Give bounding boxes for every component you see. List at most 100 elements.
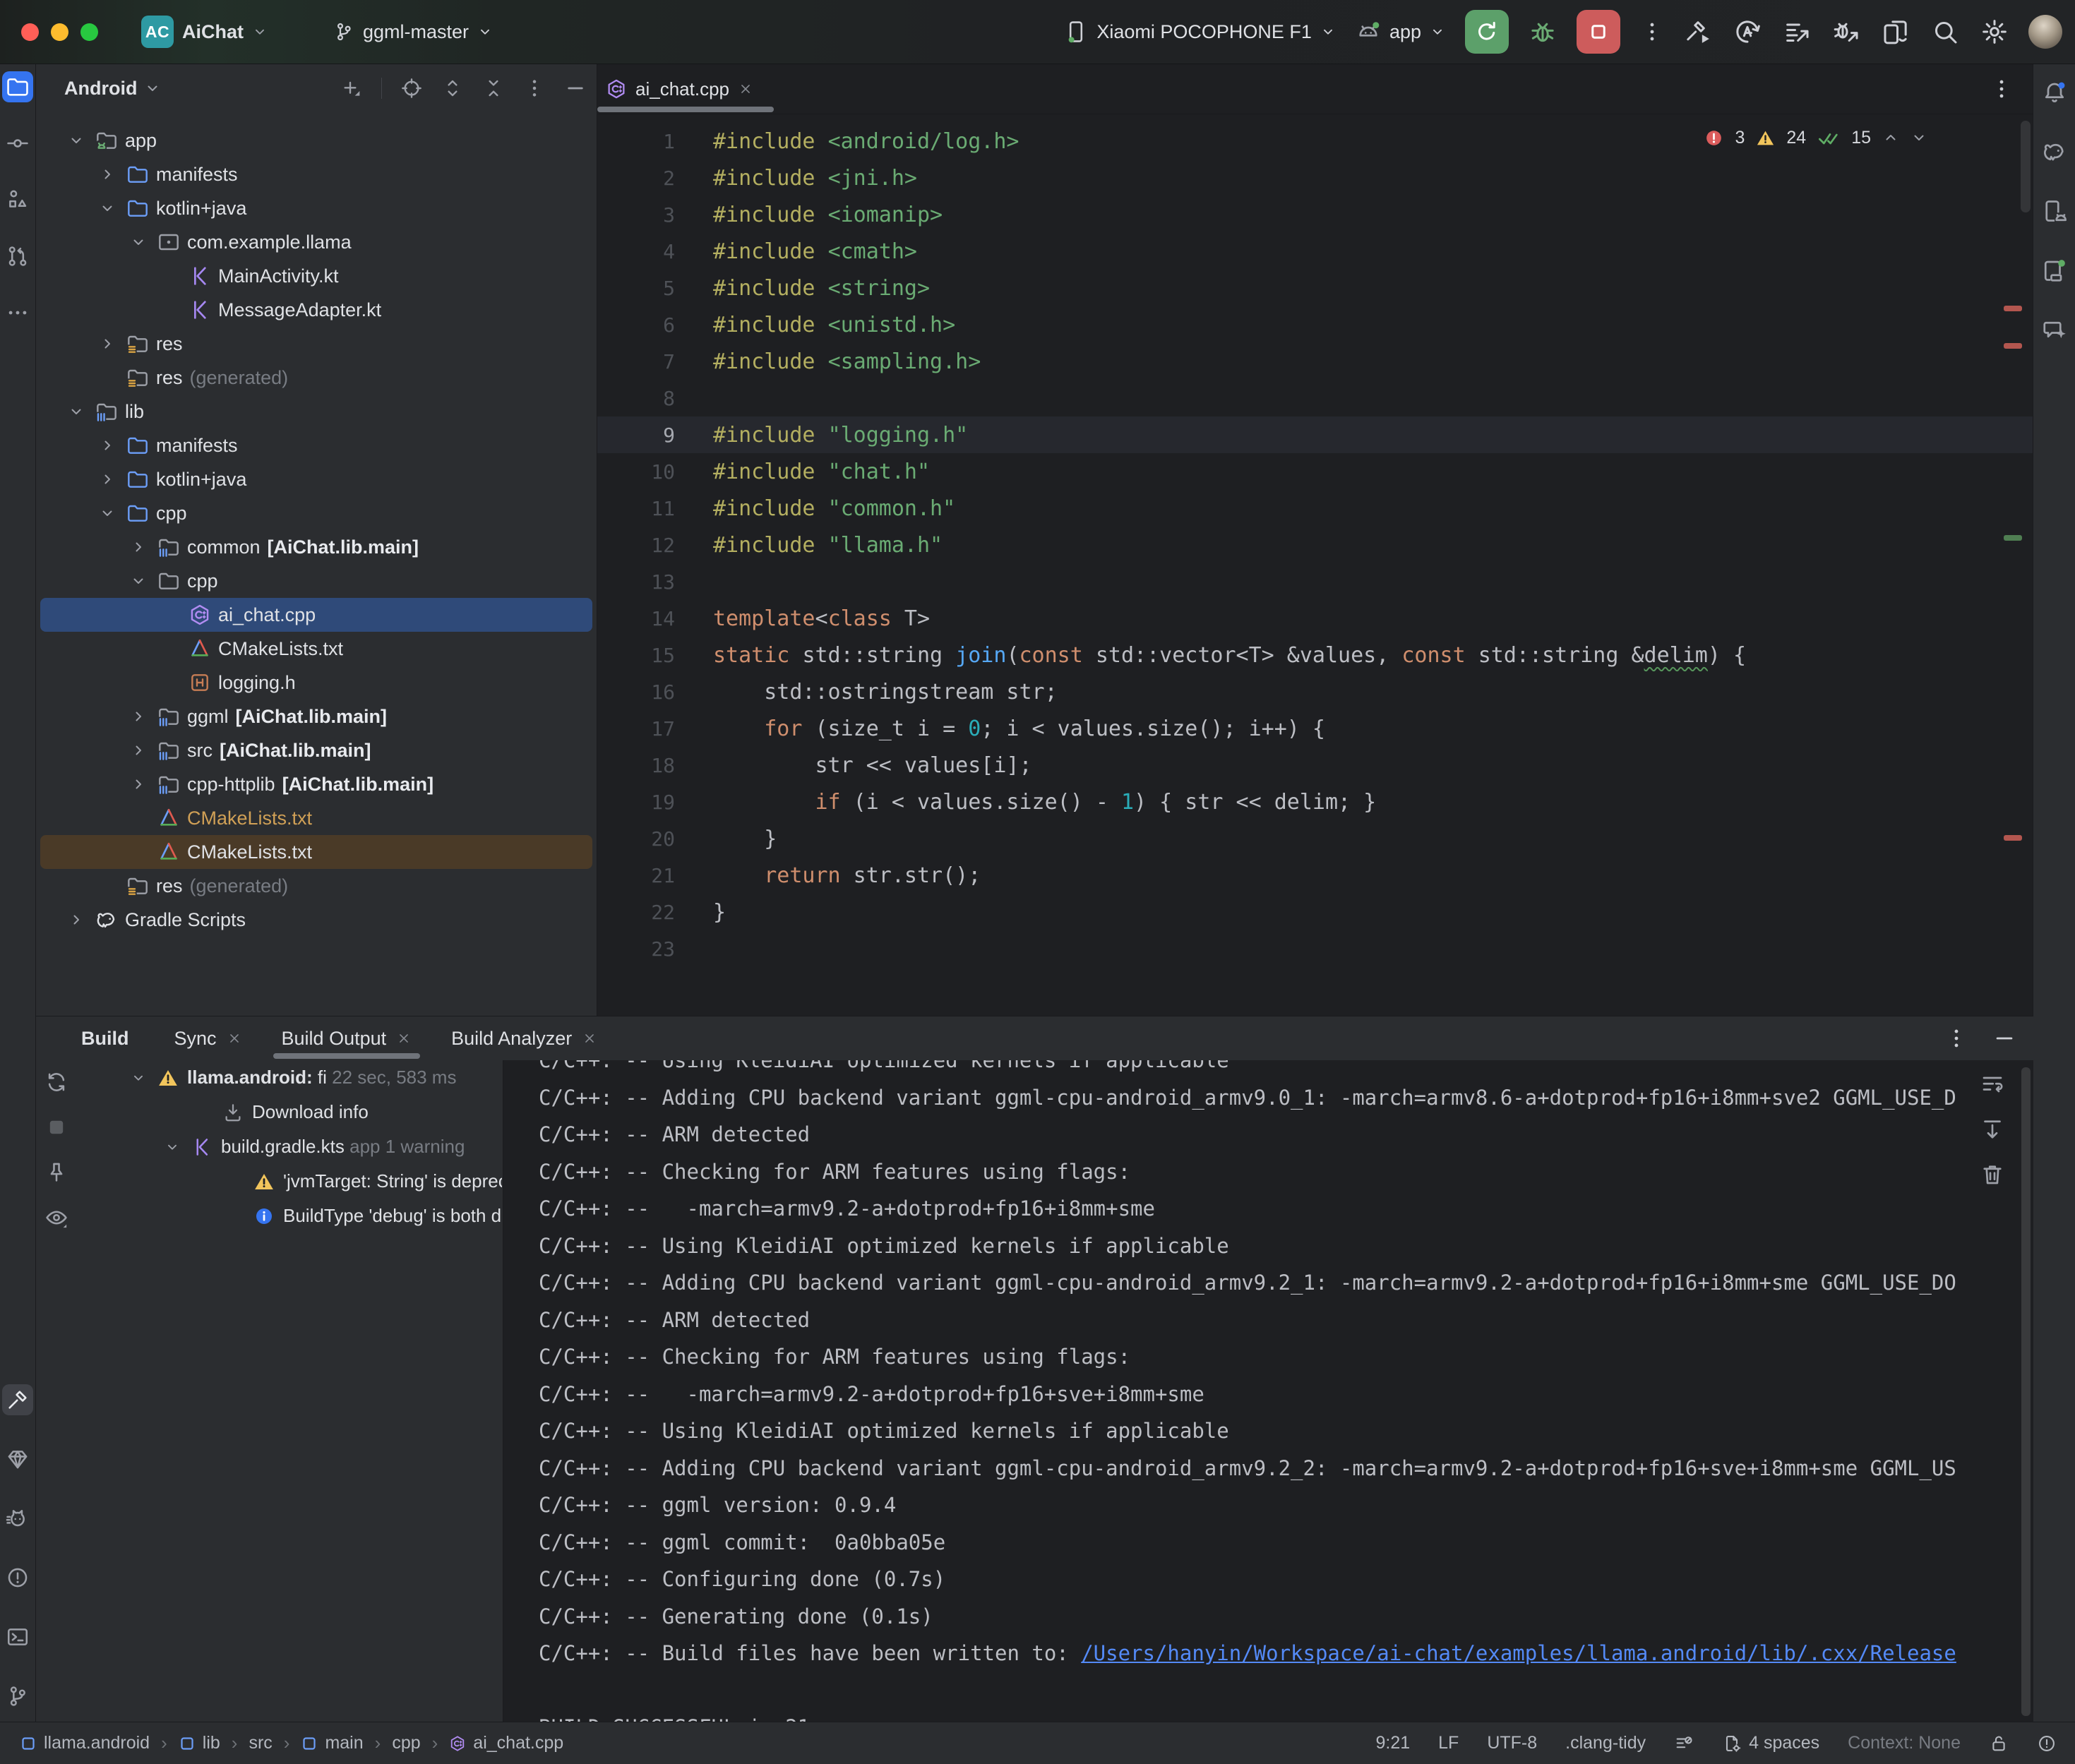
code-line-21[interactable]: 21 return str.str();	[597, 857, 2033, 894]
terminal-tool-button[interactable]	[2, 1621, 33, 1652]
clang-tidy-indicator[interactable]: .clang-tidy	[1565, 1733, 1646, 1753]
debug-button[interactable]	[1529, 18, 1557, 46]
tree-item-src[interactable]: src [AiChat.lib.main]	[40, 733, 592, 767]
more-tool-windows-button[interactable]	[2, 297, 33, 328]
inspections-widget[interactable]: 3 24 15	[1704, 126, 1927, 149]
zoom-window-button[interactable]	[80, 23, 98, 41]
tree-item-cpp-httplib[interactable]: cpp-httplib [AiChat.lib.main]	[40, 767, 592, 801]
tree-item-logging-h[interactable]: logging.h	[40, 666, 592, 700]
build-tab-build-analyzer[interactable]: Build Analyzer	[451, 1016, 597, 1060]
running-devices-button[interactable]	[2039, 255, 2070, 286]
code-line-9[interactable]: 9#include "logging.h"	[597, 416, 2033, 453]
logcat-tool-button[interactable]	[2, 1503, 33, 1534]
code-line-6[interactable]: 6#include <unistd.h>	[597, 306, 2033, 343]
tree-item-manifests[interactable]: manifests	[40, 428, 592, 462]
rerun-button[interactable]	[1465, 10, 1509, 54]
project-tool-button[interactable]	[2, 71, 33, 102]
encoding-indicator[interactable]: UTF-8	[1487, 1733, 1537, 1753]
build-tree-item[interactable]: llama.android: fi 22 sec, 583 ms	[36, 1060, 502, 1095]
previous-problem-button[interactable]	[1882, 129, 1899, 146]
code-area[interactable]: 1#include <android/log.h>2#include <jni.…	[597, 114, 2033, 1016]
breadcrumb-item-main[interactable]: main	[301, 1733, 363, 1753]
caret-position[interactable]: 9:21	[1375, 1733, 1410, 1753]
tree-item-manifests[interactable]: manifests	[40, 157, 592, 191]
minimize-window-button[interactable]	[51, 23, 68, 41]
tree-item-gradle-scripts[interactable]: Gradle Scripts	[40, 903, 592, 937]
code-line-5[interactable]: 5#include <string>	[597, 270, 2033, 306]
code-line-10[interactable]: 10#include "chat.h"	[597, 453, 2033, 490]
highlighting-level-button[interactable]	[1674, 1734, 1694, 1753]
stop-button[interactable]	[1577, 10, 1620, 54]
code-line-15[interactable]: 15static std::string join(const std::vec…	[597, 637, 2033, 673]
notifications-button[interactable]	[2039, 77, 2070, 108]
code-line-3[interactable]: 3#include <iomanip>	[597, 196, 2033, 233]
close-icon[interactable]	[738, 81, 753, 97]
tree-item-cpp[interactable]: cpp	[40, 564, 592, 598]
gemini-tool-button[interactable]	[2039, 314, 2070, 345]
build-console[interactable]: C/C++: -- Using KleidiAI optimized kerne…	[503, 1060, 2033, 1723]
console-link[interactable]: /Users/hanyin/Workspace/ai-chat/examples…	[1081, 1641, 1956, 1665]
code-line-17[interactable]: 17 for (size_t i = 0; i < values.size();…	[597, 710, 2033, 747]
device-manager-button[interactable]	[2039, 196, 2070, 227]
tree-item-ggml[interactable]: ggml [AiChat.lib.main]	[40, 700, 592, 733]
collapse-all-button[interactable]	[482, 77, 505, 100]
code-line-18[interactable]: 18 str << values[i];	[597, 747, 2033, 784]
gradle-tool-button[interactable]	[2039, 136, 2070, 167]
tree-item-ai-chat-cpp[interactable]: ai_chat.cpp	[40, 598, 592, 632]
code-line-23[interactable]: 23	[597, 930, 2033, 967]
indent-indicator[interactable]: 4 spaces	[1722, 1733, 1819, 1753]
build-tab-build-output[interactable]: Build Output	[282, 1016, 412, 1060]
user-avatar[interactable]	[2028, 15, 2062, 49]
tree-item-cpp[interactable]: cpp	[40, 496, 592, 530]
breadcrumb-item-src[interactable]: src	[249, 1733, 272, 1753]
attach-debugger-button[interactable]	[1832, 18, 1860, 46]
breadcrumb-item-lib[interactable]: lib	[179, 1733, 220, 1753]
scrollbar-mark[interactable]	[2004, 343, 2022, 349]
settings-button[interactable]	[1980, 18, 2009, 46]
device-mirroring-button[interactable]	[1882, 18, 1910, 46]
version-control-tool-button[interactable]	[2, 1681, 33, 1712]
add-button[interactable]	[340, 77, 363, 100]
build-options-button[interactable]	[1944, 1026, 1968, 1050]
search-everywhere-button[interactable]	[1931, 18, 1959, 46]
project-view-selector[interactable]: Android	[64, 78, 161, 100]
tree-item-kotlin-java[interactable]: kotlin+java	[40, 462, 592, 496]
build-tree-item[interactable]: 'jvmTarget: String' is deprec	[36, 1164, 502, 1199]
tree-item-kotlin-java[interactable]: kotlin+java	[40, 191, 592, 225]
tree-item-res[interactable]: res	[40, 327, 592, 361]
vcs-branch-selector[interactable]: ggml-master	[333, 21, 493, 43]
context-indicator[interactable]: Context: None	[1848, 1733, 1961, 1753]
editor-scrollbar[interactable]	[2021, 121, 2031, 212]
event-log-button[interactable]	[2037, 1734, 2057, 1753]
close-window-button[interactable]	[21, 23, 39, 41]
problems-tool-button[interactable]	[2, 1562, 33, 1593]
console-scrollbar[interactable]	[2021, 1067, 2031, 1716]
project-options-button[interactable]	[523, 77, 546, 100]
profiler-button[interactable]	[1783, 18, 1811, 46]
code-line-8[interactable]: 8	[597, 380, 2033, 416]
scroll-to-end-button[interactable]	[1980, 1117, 2005, 1142]
minimize-build-button[interactable]	[1992, 1026, 2016, 1050]
hide-panel-button[interactable]	[564, 77, 587, 100]
scrollbar-mark[interactable]	[2004, 306, 2022, 311]
select-opened-file-button[interactable]	[400, 77, 423, 100]
tree-item-res-generated[interactable]: res (generated)	[40, 361, 592, 395]
code-line-16[interactable]: 16 std::ostringstream str;	[597, 673, 2033, 710]
code-line-13[interactable]: 13	[597, 563, 2033, 600]
more-run-options-button[interactable]	[1640, 20, 1664, 44]
build-button[interactable]	[1684, 18, 1712, 46]
tree-item-res-generated[interactable]: res (generated)	[40, 869, 592, 903]
tree-item-messageadapter-kt[interactable]: MessageAdapter.kt	[40, 293, 592, 327]
code-line-19[interactable]: 19 if (i < values.size() - 1) { str << d…	[597, 784, 2033, 820]
editor-options-button[interactable]	[1990, 77, 2014, 101]
breadcrumb-item-ai-chat-cpp[interactable]: ai_chat.cpp	[449, 1733, 563, 1753]
line-ending-indicator[interactable]: LF	[1438, 1733, 1459, 1753]
build-tree-item[interactable]: Download info	[36, 1095, 502, 1129]
scrollbar-mark[interactable]	[2004, 535, 2022, 541]
structure-tool-button[interactable]	[2, 184, 33, 215]
code-line-7[interactable]: 7#include <sampling.h>	[597, 343, 2033, 380]
breadcrumb-item-cpp[interactable]: cpp	[392, 1733, 420, 1753]
scrollbar-mark[interactable]	[2004, 835, 2022, 841]
tree-item-common[interactable]: common [AiChat.lib.main]	[40, 530, 592, 564]
build-tab-sync[interactable]: Sync	[174, 1016, 242, 1060]
